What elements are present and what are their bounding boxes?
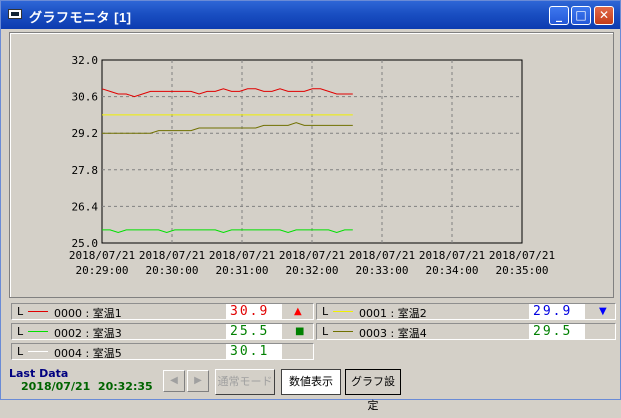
graph-monitor-window: グラフモニタ [1] _ □ ✕ 32.0 30.6 29.2 27.8 26.4 25.… <box>0 0 621 412</box>
y-tick-label: 29.2 <box>72 127 99 140</box>
legend-prefix: L <box>17 345 24 358</box>
x-tick-time: 20:33:00 <box>356 264 409 277</box>
legend-value: 29.5 <box>529 324 585 339</box>
legend-value: 30.9 <box>226 304 282 319</box>
numeric-view-button[interactable]: 数値表示 <box>281 369 341 395</box>
chart-panel: 32.0 30.6 29.2 27.8 26.4 25.0 2018/07/21 20:29:… <box>9 32 614 298</box>
legend-row-0001[interactable]: L 0001 : 室温2 29.9 ▼ <box>316 303 616 320</box>
legend-line-swatch <box>28 331 48 332</box>
y-tick-label: 30.6 <box>72 91 99 104</box>
x-tick-date: 2018/07/21 <box>489 249 555 262</box>
x-tick-time: 20:29:00 <box>76 264 129 277</box>
window-title: グラフモニタ [1] <box>29 10 132 25</box>
line-chart: 32.030.629.227.826.425.02018/07/2120:29:… <box>69 54 555 277</box>
legend-label: 0003 : 室温4 <box>359 327 427 340</box>
x-tick-date: 2018/07/21 <box>139 249 205 262</box>
chevron-right-icon: ▶ <box>194 375 202 386</box>
legend-row-0002[interactable]: L 0002 : 室温3 25.5 ■ <box>11 323 314 340</box>
chevron-left-icon: ◀ <box>170 375 178 386</box>
legend-row-0004[interactable]: L 0004 : 室温5 30.1 <box>11 343 314 360</box>
y-tick-label: 27.8 <box>72 164 99 177</box>
x-tick-date: 2018/07/21 <box>209 249 275 262</box>
x-tick-date: 2018/07/21 <box>349 249 415 262</box>
x-tick-date: 2018/07/21 <box>279 249 345 262</box>
title-bar[interactable]: グラフモニタ [1] _ □ ✕ <box>1 1 620 29</box>
maximize-button[interactable]: □ <box>571 6 591 25</box>
x-tick-time: 20:31:00 <box>216 264 269 277</box>
legend-line-swatch <box>333 331 353 332</box>
last-data-label: Last Data <box>9 367 69 380</box>
legend-prefix: L <box>17 305 24 318</box>
legend-value: 29.9 <box>529 304 585 319</box>
trend-up-icon: ▲ <box>294 306 302 317</box>
legend-label: 0001 : 室温2 <box>359 307 427 320</box>
close-button[interactable]: ✕ <box>594 6 614 25</box>
legend-line-swatch <box>28 311 48 312</box>
legend-label: 0004 : 室温5 <box>54 347 122 360</box>
next-button[interactable]: ▶ <box>187 370 209 392</box>
x-tick-date: 2018/07/21 <box>69 249 135 262</box>
legend-label: 0002 : 室温3 <box>54 327 122 340</box>
legend-prefix: L <box>322 305 329 318</box>
last-data-timestamp: 2018/07/21 20:32:35 <box>21 380 153 393</box>
legend-line-swatch <box>28 351 48 352</box>
legend-value: 25.5 <box>226 324 282 339</box>
legend-row-0000[interactable]: L 0000 : 室温1 30.9 ▲ <box>11 303 314 320</box>
app-icon <box>8 9 22 19</box>
graph-settings-button[interactable]: グラフ設定 <box>345 369 401 412</box>
legend-line-swatch <box>333 311 353 312</box>
x-tick-time: 20:32:00 <box>286 264 339 277</box>
legend-row-0003[interactable]: L 0003 : 室温4 29.5 <box>316 323 616 340</box>
x-tick-time: 20:35:00 <box>496 264 549 277</box>
trend-down-icon: ▼ <box>599 306 607 317</box>
y-tick-label: 26.4 <box>72 200 99 213</box>
x-tick-time: 20:30:00 <box>146 264 199 277</box>
normal-mode-button[interactable]: 通常モード <box>215 369 275 395</box>
legend-value: 30.1 <box>226 344 282 359</box>
legend-prefix: L <box>322 325 329 338</box>
legend-label: 0000 : 室温1 <box>54 307 122 320</box>
y-tick-label: 32.0 <box>72 54 99 67</box>
last-data: Last Data 2018/07/21 20:32:35 <box>9 367 153 393</box>
trend-flat-icon: ■ <box>295 326 305 337</box>
x-tick-time: 20:34:00 <box>426 264 479 277</box>
x-tick-date: 2018/07/21 <box>419 249 485 262</box>
minimize-button[interactable]: _ <box>549 6 569 25</box>
legend-prefix: L <box>17 325 24 338</box>
prev-button[interactable]: ◀ <box>163 370 185 392</box>
